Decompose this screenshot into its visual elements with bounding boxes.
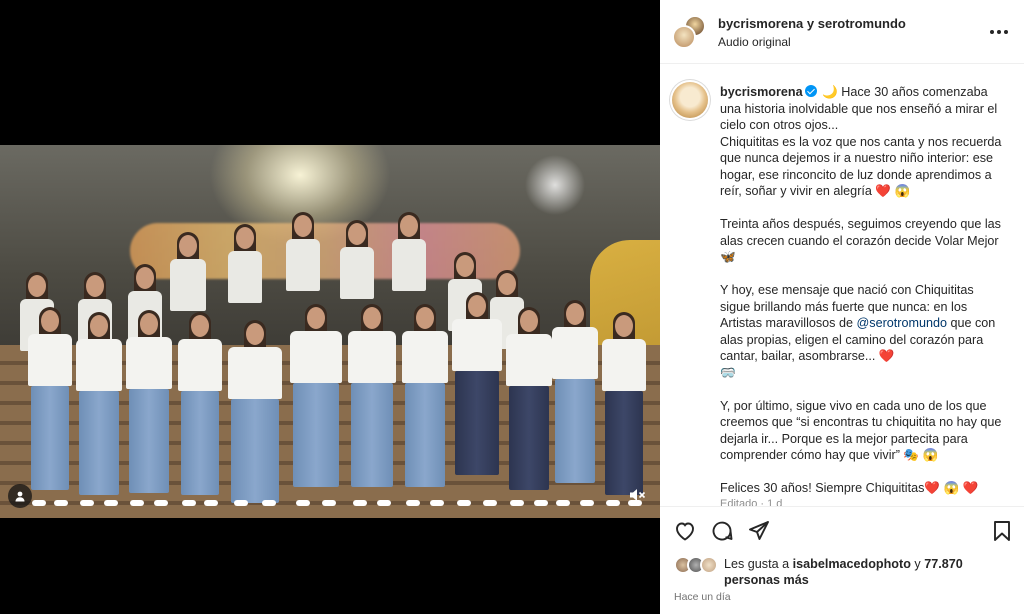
caption-line: Treinta años después, seguimos creyendo … bbox=[720, 217, 1005, 264]
video-person bbox=[228, 320, 282, 506]
likes-middle: y bbox=[910, 557, 925, 571]
caption-line: Chiquititas es la voz que nos canta y no… bbox=[720, 134, 1005, 199]
verified-icon bbox=[804, 85, 817, 97]
video-person bbox=[348, 304, 396, 506]
video-person bbox=[290, 304, 342, 506]
video-person bbox=[28, 307, 72, 506]
mention-link[interactable]: @serotromundo bbox=[856, 316, 947, 330]
post-timestamp[interactable]: Hace un día bbox=[674, 591, 731, 603]
video-person bbox=[126, 310, 172, 506]
author-username[interactable]: bycrismorena bbox=[718, 16, 803, 31]
avatar[interactable] bbox=[672, 25, 696, 49]
comment-icon[interactable] bbox=[710, 519, 734, 543]
video-person bbox=[452, 292, 502, 506]
header-usernames: bycrismorena y serotromundo bbox=[718, 16, 906, 31]
video-person bbox=[402, 304, 448, 506]
media-area bbox=[0, 0, 660, 614]
muted-speaker-icon[interactable] bbox=[628, 486, 646, 504]
collab-avatars[interactable] bbox=[672, 15, 706, 49]
action-bar bbox=[660, 506, 1024, 552]
likes-row: Les gusta a isabelmacedophoto y 77.870 p… bbox=[660, 552, 1024, 592]
avatar[interactable] bbox=[672, 82, 708, 118]
caption-area: bycrismorena 🌙 Hace 30 años comenzaba un… bbox=[660, 64, 1024, 506]
video-person bbox=[178, 312, 222, 506]
heart-icon[interactable] bbox=[673, 519, 697, 543]
video-person bbox=[76, 312, 122, 506]
likes-prefix: Les gusta a bbox=[724, 557, 793, 571]
edited-label: Editado · 1 d bbox=[720, 498, 783, 506]
collab-conjunction: y bbox=[806, 16, 815, 31]
caption-text: bycrismorena 🌙 Hace 30 años comenzaba un… bbox=[720, 84, 1006, 497]
post-video[interactable] bbox=[0, 145, 660, 518]
caption-line: Felices 30 años! Siempre Chiquititas❤️ 😱… bbox=[720, 481, 979, 495]
liker-username[interactable]: isabelmacedophoto bbox=[793, 557, 911, 571]
video-person bbox=[602, 312, 646, 506]
more-icon[interactable] bbox=[990, 24, 1010, 40]
collaborator-username[interactable]: serotromundo bbox=[818, 16, 906, 31]
audio-link[interactable]: Audio original bbox=[718, 35, 791, 49]
bookmark-icon[interactable] bbox=[990, 519, 1014, 543]
likes-text: Les gusta a isabelmacedophoto y 77.870 p… bbox=[724, 556, 1014, 588]
user-tag-icon[interactable] bbox=[8, 484, 32, 508]
caption-username[interactable]: bycrismorena bbox=[720, 85, 803, 99]
liker-avatars[interactable] bbox=[674, 556, 720, 574]
video-person bbox=[552, 300, 598, 506]
post-header: bycrismorena y serotromundo Audio origin… bbox=[660, 0, 1024, 64]
avatar bbox=[700, 556, 718, 574]
video-person bbox=[506, 307, 552, 506]
send-icon[interactable] bbox=[747, 519, 771, 543]
caption-line: Y, por último, sigue vivo en cada uno de… bbox=[720, 398, 1005, 463]
caption-line: 🥽 bbox=[720, 365, 736, 380]
post-panel: bycrismorena y serotromundo Audio origin… bbox=[660, 0, 1024, 614]
